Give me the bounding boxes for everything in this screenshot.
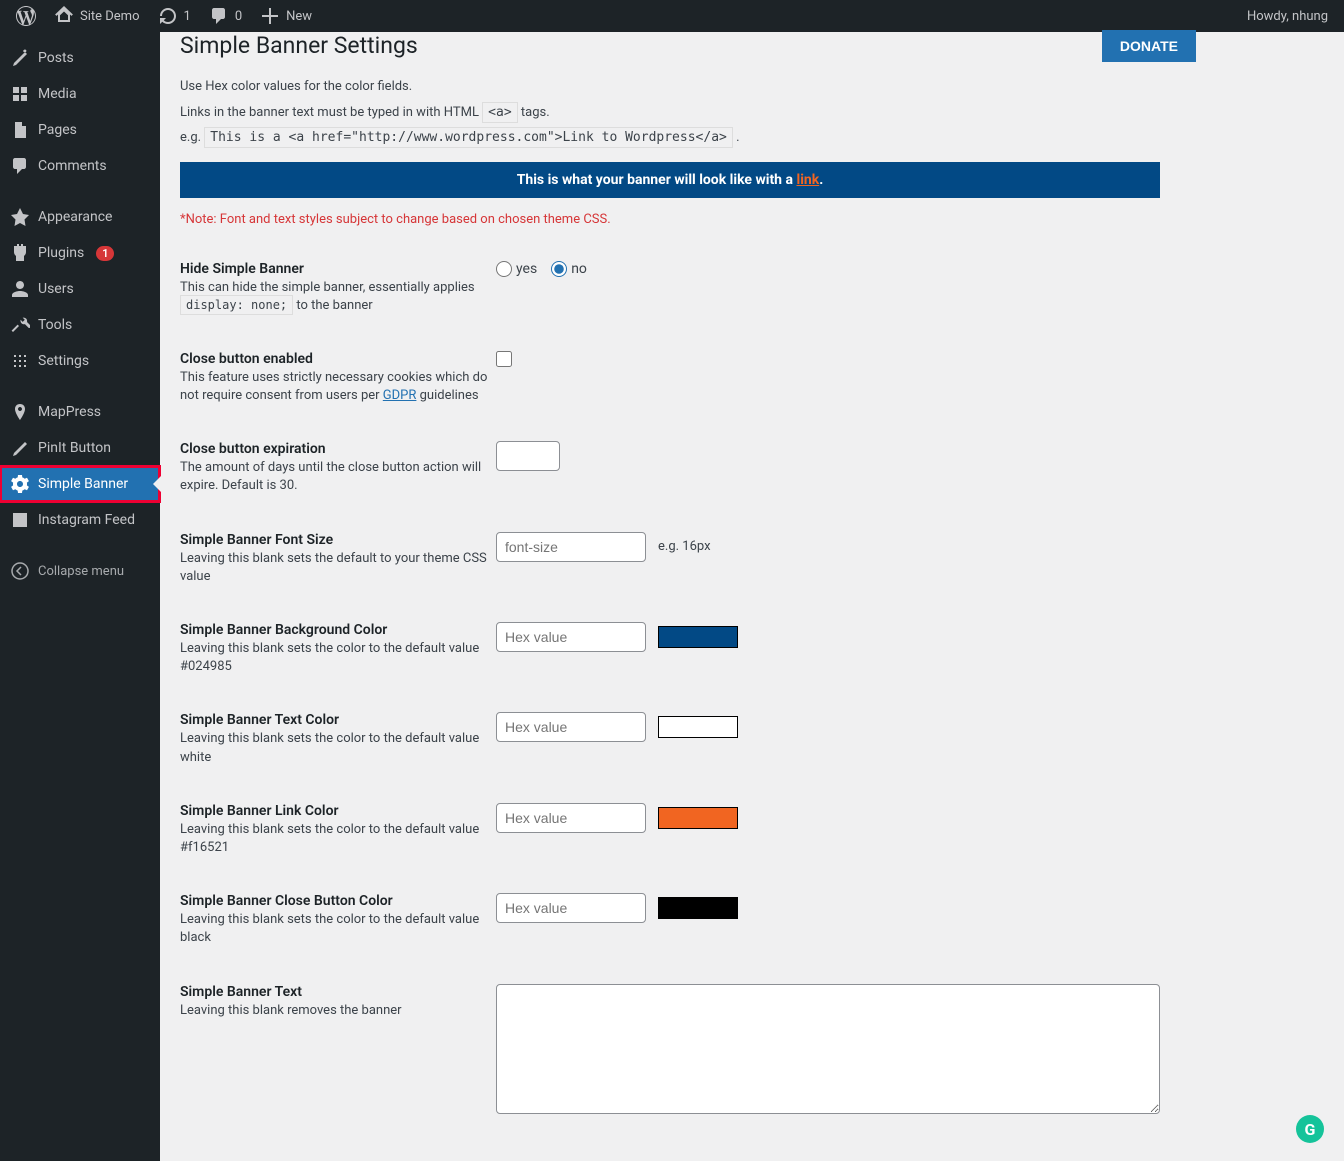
intro-example: e.g. This is a <a href="http://www.wordp… — [180, 128, 1160, 148]
menu-posts[interactable]: Posts — [0, 40, 160, 76]
menu-appearance[interactable]: Appearance — [0, 199, 160, 235]
howdy-label: Howdy, nhung — [1247, 9, 1328, 24]
new-content[interactable]: New — [252, 0, 320, 32]
menu-settings[interactable]: Settings — [0, 343, 160, 379]
menu-users[interactable]: Users — [0, 271, 160, 307]
collapse-menu[interactable]: Collapse menu — [0, 553, 160, 589]
intro-hex: Use Hex color values for the color field… — [180, 77, 1160, 97]
text-color-label: Simple Banner Text Color — [180, 712, 496, 728]
site-name-label: Site Demo — [80, 9, 140, 24]
new-label: New — [286, 9, 312, 24]
menu-mappress[interactable]: MapPress — [0, 394, 160, 430]
link-color-input[interactable] — [496, 803, 646, 833]
bg-color-input[interactable] — [496, 622, 646, 652]
banner-preview-link[interactable]: link — [796, 172, 819, 188]
updates-count: 1 — [184, 9, 191, 24]
link-color-label: Simple Banner Link Color — [180, 803, 496, 819]
page-title: Simple Banner Settings — [180, 32, 418, 59]
menu-comments[interactable]: Comments — [0, 148, 160, 184]
intro-links: Links in the banner text must be typed i… — [180, 103, 1160, 123]
font-size-hint: e.g. 16px — [658, 539, 711, 554]
banner-preview: This is what your banner will look like … — [180, 162, 1160, 198]
wp-logo[interactable] — [8, 0, 44, 32]
bg-color-swatch[interactable] — [658, 626, 738, 648]
theme-note: *Note: Font and text styles subject to c… — [180, 212, 1160, 227]
link-color-swatch[interactable] — [658, 807, 738, 829]
close-color-input[interactable] — [496, 893, 646, 923]
site-home[interactable]: Site Demo — [46, 0, 148, 32]
close-color-swatch[interactable] — [658, 897, 738, 919]
updates[interactable]: 1 — [150, 0, 199, 32]
hide-no[interactable]: no — [551, 261, 587, 277]
text-color-input[interactable] — [496, 712, 646, 742]
close-color-label: Simple Banner Close Button Color — [180, 893, 496, 909]
close-exp-input[interactable] — [496, 441, 560, 471]
bg-color-label: Simple Banner Background Color — [180, 622, 496, 638]
menu-instagram[interactable]: Instagram Feed — [0, 502, 160, 538]
font-size-label: Simple Banner Font Size — [180, 532, 496, 548]
banner-text-label: Simple Banner Text — [180, 984, 496, 1000]
admin-bar: Site Demo 1 0 New Howdy, nhung — [0, 0, 1344, 32]
menu-plugins[interactable]: Plugins1 — [0, 235, 160, 271]
font-size-input[interactable] — [496, 532, 646, 562]
plugins-badge: 1 — [96, 246, 114, 261]
hide-yes[interactable]: yes — [496, 261, 537, 277]
close-exp-label: Close button expiration — [180, 441, 496, 457]
close-enabled-checkbox[interactable] — [496, 351, 512, 367]
admin-sidebar: Posts Media Pages Comments Appearance Pl… — [0, 32, 160, 1161]
gdpr-link[interactable]: GDPR — [383, 388, 417, 403]
menu-media[interactable]: Media — [0, 76, 160, 112]
main-content: Simple Banner Settings Donate Use Hex co… — [160, 32, 1180, 1161]
comments-count: 0 — [235, 9, 242, 24]
menu-pages[interactable]: Pages — [0, 112, 160, 148]
donate-button[interactable]: Donate — [1102, 30, 1196, 62]
text-color-swatch[interactable] — [658, 716, 738, 738]
howdy-user[interactable]: Howdy, nhung — [1239, 0, 1336, 32]
comments-link[interactable]: 0 — [201, 0, 250, 32]
menu-tools[interactable]: Tools — [0, 307, 160, 343]
menu-simple-banner[interactable]: Simple Banner — [0, 466, 160, 502]
grammarly-icon[interactable]: G — [1296, 1115, 1324, 1143]
banner-text-input[interactable] — [496, 984, 1160, 1114]
hide-label: Hide Simple Banner — [180, 261, 496, 277]
menu-pinit[interactable]: PinIt Button — [0, 430, 160, 466]
close-enabled-label: Close button enabled — [180, 351, 496, 367]
